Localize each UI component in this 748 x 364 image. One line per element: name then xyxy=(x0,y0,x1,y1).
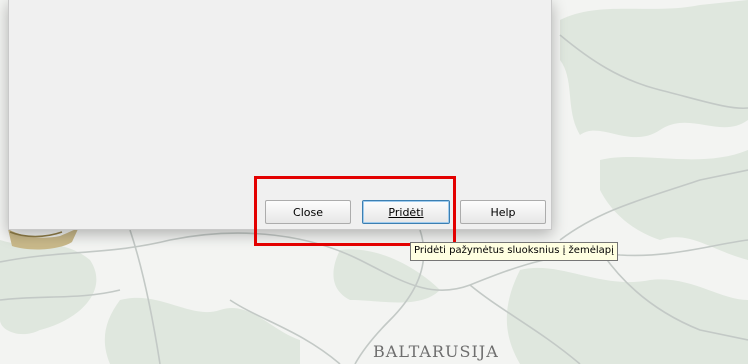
add-button-tooltip: Pridėti pažymėtus sluoksnius į žemėlapį xyxy=(410,242,618,261)
dialog-content-area xyxy=(9,0,551,190)
help-button[interactable]: Help xyxy=(460,200,546,224)
highlight-box xyxy=(254,176,456,246)
map-country-label: BALTARUSIJA xyxy=(373,342,499,361)
